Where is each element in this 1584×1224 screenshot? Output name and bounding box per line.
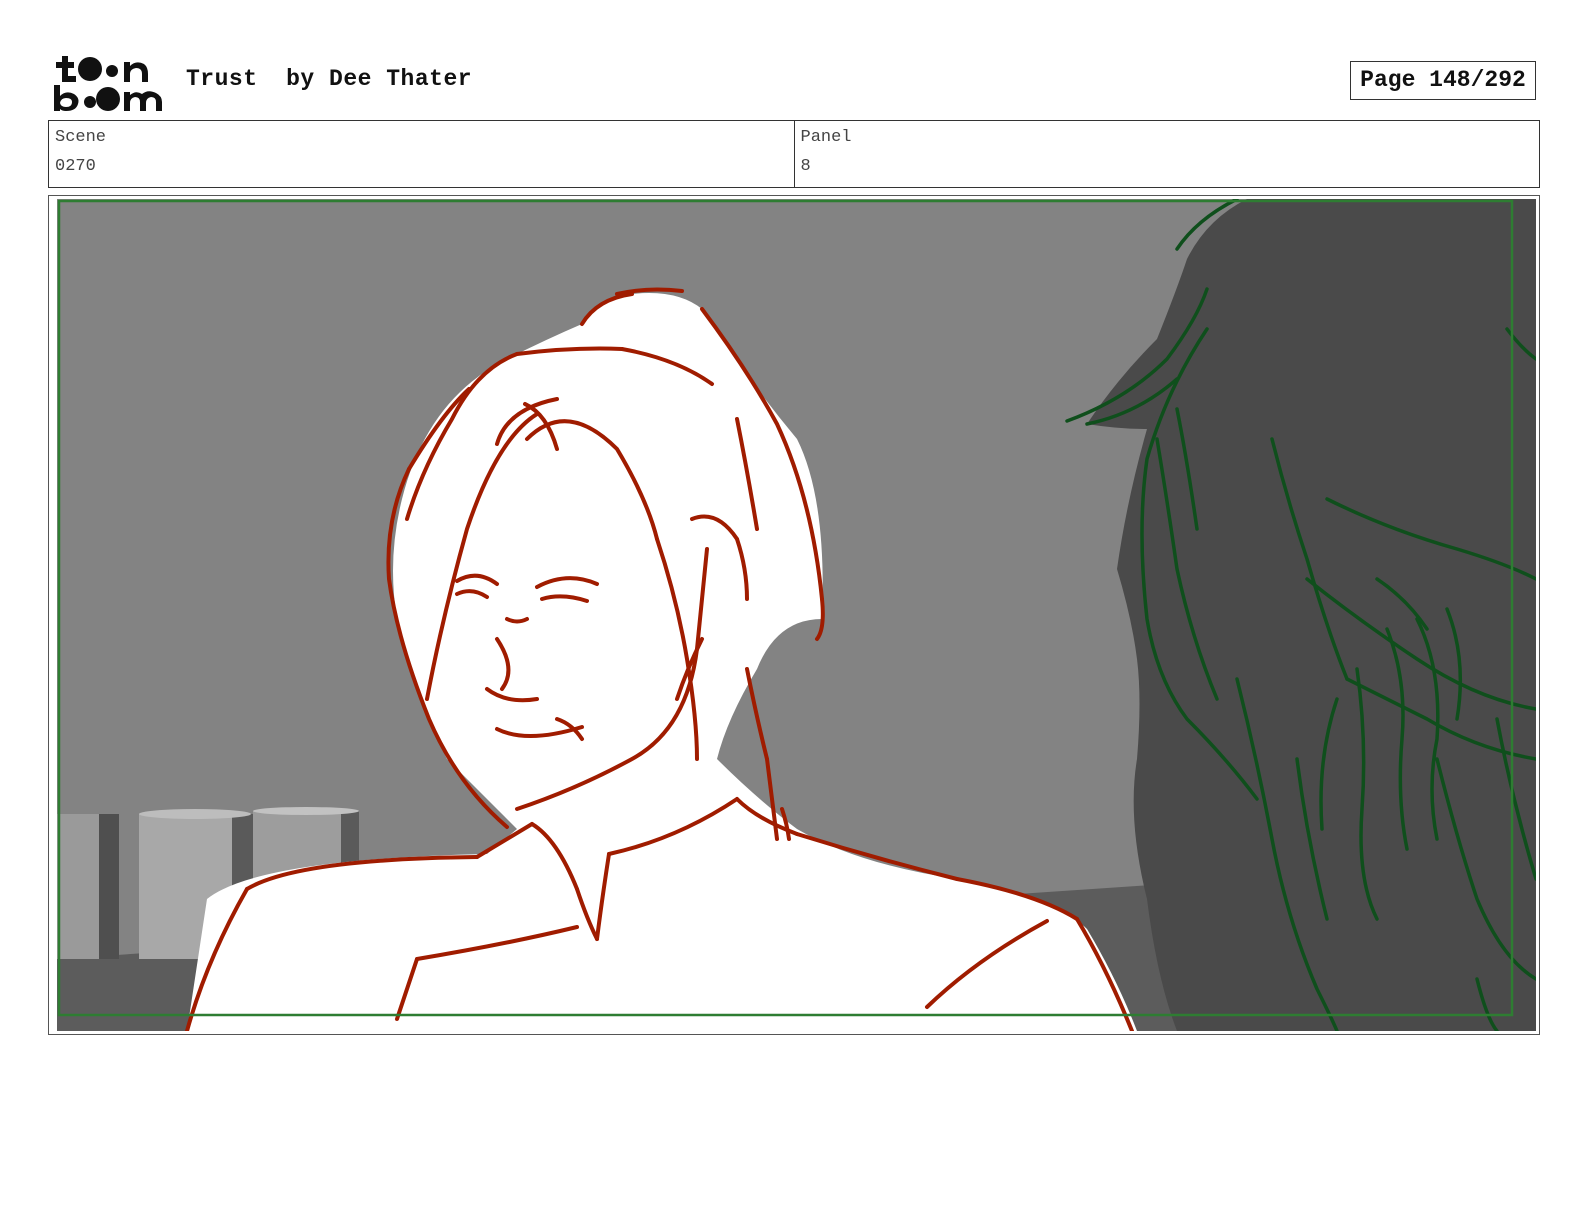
storyboard-panel-drawing bbox=[57, 199, 1536, 1031]
panel-value: 8 bbox=[800, 157, 811, 176]
scene-cell: Scene 0270 bbox=[49, 121, 794, 187]
panel-cell: Panel 8 bbox=[793, 121, 1540, 187]
scene-panel-info: Scene 0270 Panel 8 bbox=[48, 120, 1540, 188]
toon-boom-logo bbox=[54, 56, 162, 111]
scene-value: 0270 bbox=[55, 157, 96, 176]
scene-label: Scene bbox=[55, 128, 107, 147]
panel-label: Panel bbox=[800, 128, 852, 147]
document-title: Trust by Dee Thater bbox=[186, 66, 473, 92]
page-number: Page 148/292 bbox=[1350, 61, 1536, 100]
